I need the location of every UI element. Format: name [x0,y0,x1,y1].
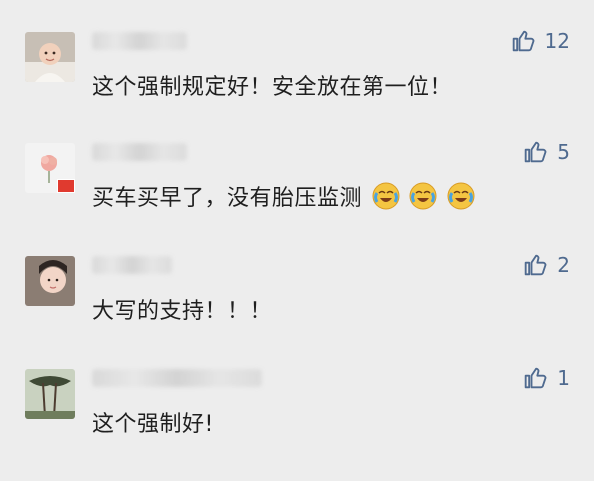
like-button[interactable]: 5 [521,138,570,166]
thumbs-up-icon [524,254,547,276]
username-blurred[interactable] [92,369,262,387]
thumbs-up-icon [512,30,534,52]
comment-1: 这个强制规定好！安全放在第一位！ 12 [0,29,594,144]
tree-avatar-image [25,369,75,419]
laughing-crying-emoji-3 [447,182,475,210]
child-avatar-image [25,256,75,306]
username-blurred[interactable] [92,143,187,161]
laughing-crying-emoji-1 [372,182,400,210]
like-count: 5 [557,140,570,164]
username-blurred[interactable] [92,256,172,274]
comment-text: 这个强制规定好！安全放在第一位！ [92,75,453,100]
comment-3: 大写的支持！！！ 2 [0,253,594,368]
avatar[interactable] [25,369,75,419]
avatar[interactable] [25,32,75,82]
like-count: 12 [544,29,570,53]
like-count: 2 [557,253,570,277]
comment-text: 买车买早了，没有胎压监测 [92,180,475,212]
like-button[interactable]: 12 [509,27,570,55]
comment-4: 这个强制好! 1 [0,366,594,481]
thumbs-up-icon [524,141,547,163]
like-count: 1 [557,366,570,390]
avatar[interactable] [25,256,75,306]
comment-2: 买车买早了，没有胎压监测 5 [0,140,594,255]
baby-avatar-image [25,32,75,82]
like-button[interactable]: 2 [521,251,570,279]
flag-badge [57,179,75,193]
laughing-crying-emoji-2 [409,182,437,210]
comment-text: 这个强制好! [92,412,214,437]
comment-text: 大写的支持！！！ [92,299,273,324]
comment-text-content: 买车买早了，没有胎压监测 [92,186,363,211]
username-blurred[interactable] [92,32,187,50]
thumbs-up-icon [524,367,547,389]
like-button[interactable]: 1 [521,364,570,392]
